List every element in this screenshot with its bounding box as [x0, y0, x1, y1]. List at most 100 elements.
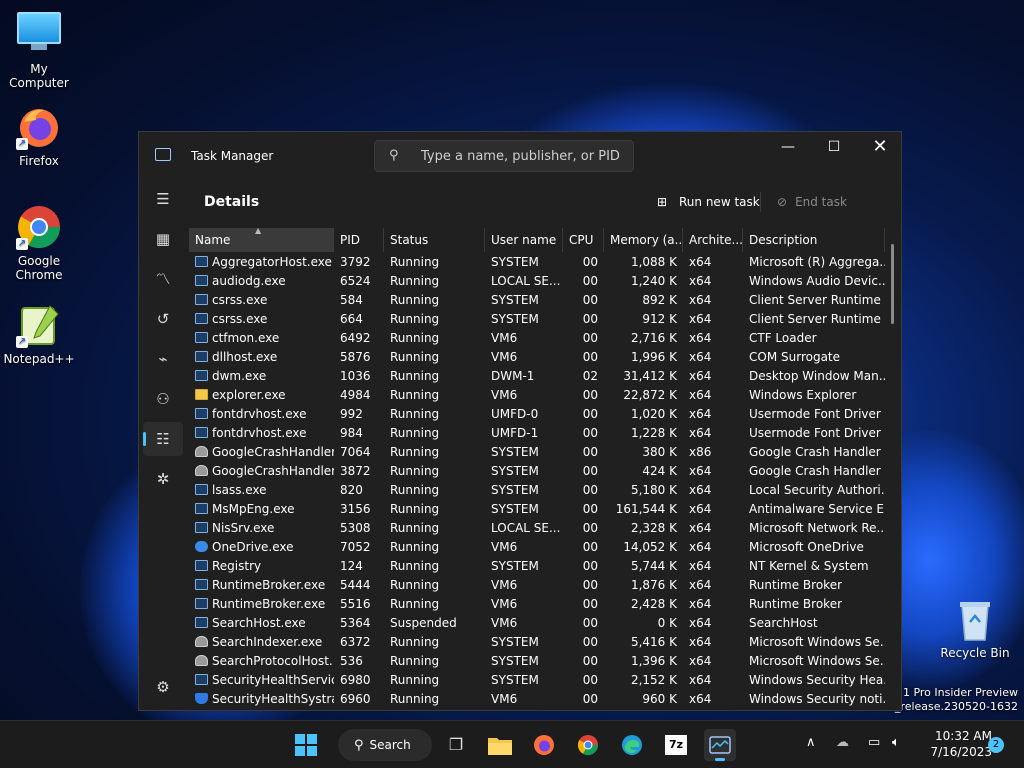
volume-icon[interactable]: 🔈︎ [892, 735, 900, 750]
table-row[interactable]: OneDrive.exe 7052 Running VM6 00 14,052 K x64 M… [189, 538, 885, 557]
cell-architecture: x64 [689, 369, 712, 383]
table-row[interactable]: MsMpEng.exe 3156 Running SYSTEM 00 161,544 K x… [189, 500, 885, 519]
cell-description: Local Security Authori... [749, 483, 885, 497]
close-button[interactable]: ✕ [857, 132, 901, 162]
table-row[interactable]: explorer.exe 4984 Running VM6 00 22,872 K x64 W… [189, 386, 885, 405]
desktop-icon-recycle-bin[interactable]: Recycle Bin [936, 596, 1014, 660]
process-shield-icon [195, 693, 208, 704]
table-row[interactable]: NisSrv.exe 5308 Running LOCAL SE... 00 2,328 … [189, 519, 885, 538]
start-button[interactable] [290, 729, 322, 761]
desktop-icon-notepad-plus-plus[interactable]: ↗ Notepad++ [0, 302, 78, 366]
column-header-description[interactable]: Description [743, 228, 885, 252]
cell-memory: 912 K [642, 312, 677, 326]
table-row[interactable]: SecurityHealthSystra... 6960 Running VM6 00 9… [189, 690, 885, 709]
clock-date: 7/16/2023 [930, 745, 992, 759]
desktop-icon-google-chrome[interactable]: ↗ Google Chrome [0, 204, 78, 282]
table-row[interactable]: audiodg.exe 6524 Running LOCAL SE... 00 1,240… [189, 272, 885, 291]
network-icon[interactable]: ▭ [868, 735, 880, 750]
cell-name: RuntimeBroker.exe [189, 595, 334, 614]
hamburger-menu-icon[interactable]: ☰ [143, 182, 183, 216]
cell-pid: 6960 [340, 692, 371, 706]
column-header-pid[interactable]: PID [334, 228, 384, 252]
users-icon[interactable]: ⚇ [143, 382, 183, 416]
table-row[interactable]: fontdrvhost.exe 992 Running UMFD-0 00 1,020 K… [189, 405, 885, 424]
show-hidden-icons-chevron-up-icon[interactable]: ∧ [806, 735, 816, 750]
table-row[interactable]: GoogleCrashHandler... 7064 Running SYSTEM 00… [189, 443, 885, 462]
table-row[interactable]: fontdrvhost.exe 984 Running UMFD-1 00 1,228 K… [189, 424, 885, 443]
table-row[interactable]: lsass.exe 820 Running SYSTEM 00 5,180 K x64 Loc… [189, 481, 885, 500]
maximize-button[interactable]: ☐ [811, 132, 857, 162]
column-header-label: Memory (a... [610, 233, 683, 247]
minimize-button[interactable]: — [765, 132, 811, 162]
table-row[interactable]: dllhost.exe 5876 Running VM6 00 1,996 K x64 COM… [189, 348, 885, 367]
startup-apps-icon[interactable]: ⌁ [143, 342, 183, 376]
onedrive-cloud-icon[interactable]: ☁ [836, 735, 849, 750]
cell-user-name: VM6 [491, 692, 518, 706]
cell-pid: 584 [340, 293, 363, 307]
cell-cpu: 02 [582, 369, 598, 383]
cell-cpu: 00 [582, 502, 598, 516]
process-name: GoogleCrashHandler... [212, 445, 334, 459]
desktop-icon-firefox[interactable]: ↗ Firefox [0, 104, 78, 168]
settings-gear-icon[interactable]: ⚙ [143, 670, 183, 704]
chrome-icon: ↗ [16, 204, 62, 250]
cell-memory: 5,416 K [630, 635, 677, 649]
notification-count-badge[interactable]: 2 [988, 737, 1004, 753]
cell-pid: 3872 [340, 464, 371, 478]
end-task-button[interactable]: ⊘ End task [767, 188, 857, 216]
task-view-icon[interactable]: ❐ [440, 729, 472, 761]
table-row[interactable]: AggregatorHost.exe 3792 Running SYSTEM 00 1,0… [189, 253, 885, 272]
process-app-icon [195, 560, 208, 571]
desktop-icon-my-computer[interactable]: My Computer [0, 8, 78, 90]
taskbar-search-button[interactable]: ⚲ Search [338, 729, 432, 761]
search-box[interactable]: ⚲ [374, 140, 634, 172]
cell-cpu: 00 [582, 692, 598, 706]
column-header-architecture[interactable]: Archite... [683, 228, 743, 252]
search-input[interactable] [421, 147, 621, 165]
column-header-memory[interactable]: Memory (a... [604, 228, 683, 252]
table-row[interactable]: csrss.exe 584 Running SYSTEM 00 892 K x64 Clien… [189, 291, 885, 310]
process-name: dllhost.exe [212, 350, 278, 364]
table-row[interactable]: Registry 124 Running SYSTEM 00 5,744 K x64 NT K… [189, 557, 885, 576]
table-row[interactable]: dwm.exe 1036 Running DWM-1 02 31,412 K x64 Desk… [189, 367, 885, 386]
column-header-name[interactable]: ▲ Name [189, 228, 334, 252]
file-explorer-icon[interactable] [484, 729, 516, 761]
app-history-icon[interactable]: ↺ [143, 302, 183, 336]
processes-icon[interactable]: ▦ [143, 222, 183, 256]
vertical-scrollbar[interactable] [891, 244, 894, 324]
cell-status: Suspended [390, 616, 457, 630]
details-icon[interactable]: ☷ [143, 422, 183, 456]
table-row[interactable]: GoogleCrashHandler... 3872 Running SYSTEM 00… [189, 462, 885, 481]
edge-taskbar-icon[interactable] [616, 729, 648, 761]
cell-description: Antimalware Service E... [749, 502, 885, 516]
table-row[interactable]: SearchHost.exe 5364 Suspended VM6 00 0 K x64 Se… [189, 614, 885, 633]
column-header-cpu[interactable]: CPU [563, 228, 604, 252]
firefox-taskbar-icon[interactable] [528, 729, 560, 761]
table-row[interactable]: SecurityHealthServic... 6980 Running SYSTEM… [189, 671, 885, 690]
services-icon[interactable]: ✲ [143, 462, 183, 496]
7zip-taskbar-icon[interactable]: 7z [660, 729, 692, 761]
os-watermark: 11 Pro Insider Preview n_release.230520-… [888, 686, 1018, 714]
cell-memory: 1,396 K [630, 654, 677, 668]
table-row[interactable]: ctfmon.exe 6492 Running VM6 00 2,716 K x64 CTF … [189, 329, 885, 348]
table-row[interactable]: RuntimeBroker.exe 5516 Running VM6 00 2,428 K… [189, 595, 885, 614]
process-name: SearchHost.exe [212, 616, 306, 630]
table-row[interactable]: SearchIndexer.exe 6372 Running SYSTEM 00 5,41… [189, 633, 885, 652]
cell-name: OneDrive.exe [189, 538, 334, 557]
chrome-taskbar-icon[interactable] [572, 729, 604, 761]
cell-name: AggregatorHost.exe [189, 253, 334, 272]
process-name: RuntimeBroker.exe [212, 578, 326, 592]
task-manager-app-icon [155, 148, 171, 161]
title-bar[interactable]: Task Manager ⚲ — ☐ ✕ [139, 132, 901, 180]
column-header-user-name[interactable]: User name [485, 228, 563, 252]
taskbar-clock[interactable]: 10:32 AM 7/16/2023 [922, 728, 992, 760]
table-row[interactable]: RuntimeBroker.exe 5444 Running VM6 00 1,876 K… [189, 576, 885, 595]
cell-memory: 1,228 K [630, 426, 677, 440]
task-manager-taskbar-icon[interactable] [704, 729, 736, 761]
column-header-status[interactable]: Status [384, 228, 485, 252]
run-task-icon: ⊞ [657, 195, 668, 209]
run-new-task-button[interactable]: ⊞ Run new task [647, 188, 770, 216]
table-row[interactable]: SearchProtocolHost.... 536 Running SYSTEM 00… [189, 652, 885, 671]
table-row[interactable]: csrss.exe 664 Running SYSTEM 00 912 K x64 Clien… [189, 310, 885, 329]
performance-icon[interactable]: 〽 [143, 262, 183, 296]
